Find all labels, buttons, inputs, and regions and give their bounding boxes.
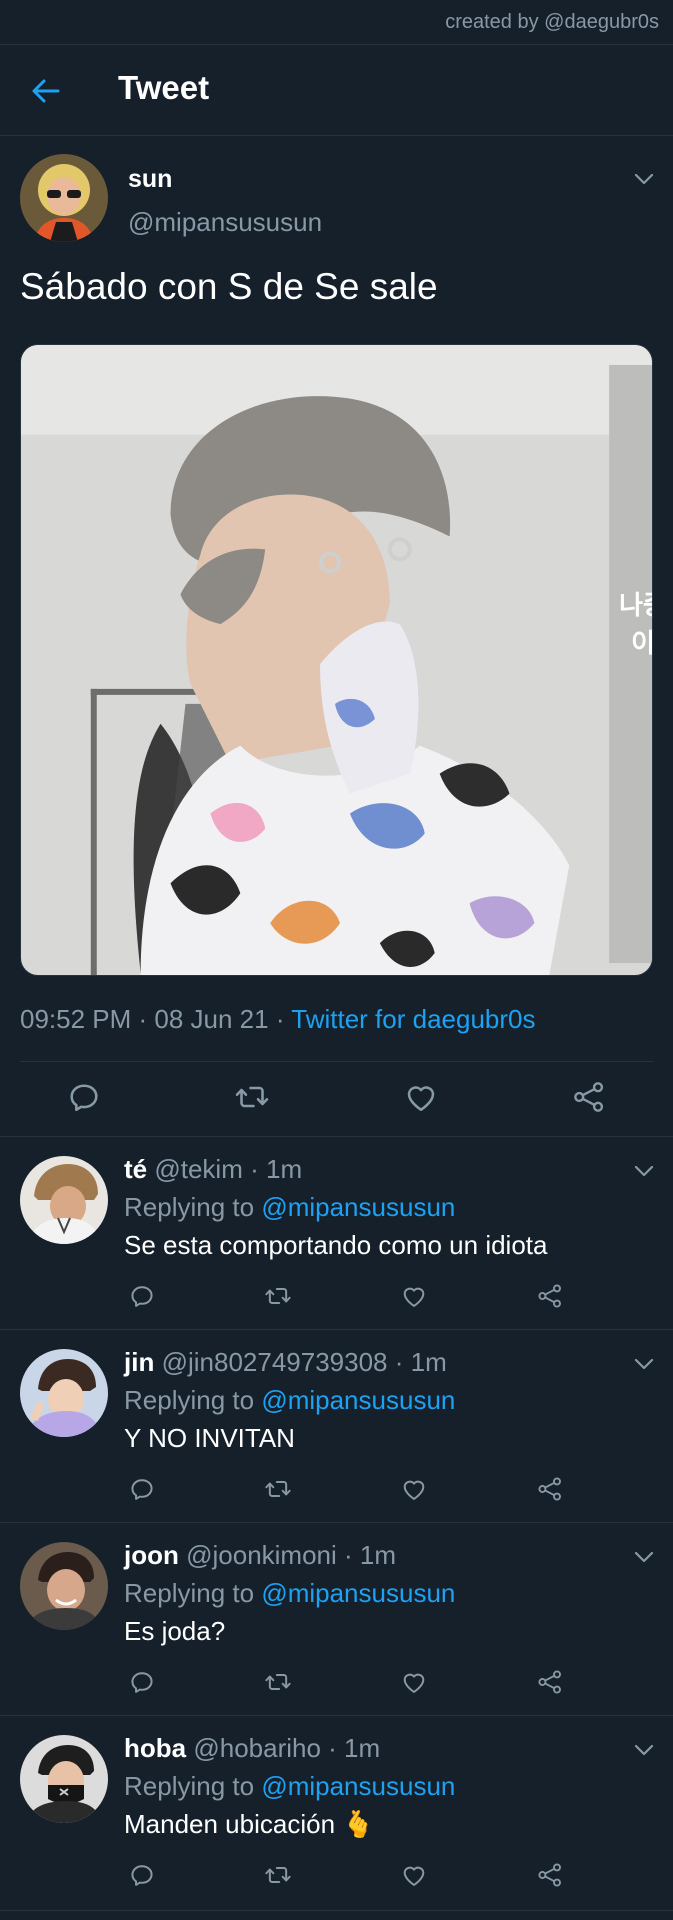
page-title: Tweet <box>118 69 210 106</box>
reply-header: té @tekim · 1m <box>124 1154 302 1185</box>
reply-tweet[interactable]: té @tekim · 1m Replying to @mipansususun… <box>0 1142 673 1335</box>
tweet-timestamp: 09:52 PM · 08 Jun 21 · <box>20 1004 292 1034</box>
reply-text: Manden ubicación 🫰 <box>124 1809 375 1839</box>
reply-time: · 1m <box>336 1540 397 1570</box>
like-icon[interactable] <box>403 1079 439 1115</box>
replying-to: Replying to @mipansususun <box>124 1578 455 1609</box>
reply-author-handle[interactable]: @joonkimoni <box>186 1540 337 1570</box>
reply-author-name[interactable]: hoba <box>124 1733 186 1763</box>
media-overlay-text-2: 이 <box>631 629 652 659</box>
replying-to: Replying to @mipansususun <box>124 1771 455 1802</box>
reply-author-handle[interactable]: @jin802749739308 <box>162 1347 388 1377</box>
reply-header: hoba @hobariho · 1m <box>124 1733 380 1764</box>
reply-text: Se esta comportando como un idiota <box>124 1230 548 1260</box>
reply-author-handle[interactable]: @hobariho <box>193 1733 321 1763</box>
like-icon[interactable] <box>400 1282 428 1310</box>
divider <box>20 1061 653 1062</box>
divider <box>0 1715 673 1716</box>
tweet-text: Sábado con S de Se sale <box>20 266 438 307</box>
avatar[interactable] <box>20 154 108 242</box>
author-handle[interactable]: @mipansususun <box>128 207 322 238</box>
replying-to-label: Replying to <box>124 1771 262 1801</box>
reply-author-name[interactable]: jin <box>124 1347 154 1377</box>
mention-link[interactable]: @mipansususun <box>261 1192 455 1222</box>
author-name[interactable]: sun <box>128 165 172 194</box>
retweet-icon[interactable] <box>234 1079 270 1115</box>
divider <box>0 1329 673 1330</box>
reply-icon[interactable] <box>66 1079 102 1115</box>
like-icon[interactable] <box>400 1475 428 1503</box>
chevron-down-icon[interactable] <box>633 1743 655 1757</box>
reply-text: Es joda? <box>124 1616 226 1646</box>
retweet-icon[interactable] <box>264 1861 292 1889</box>
tweet-image[interactable]: 나중 이 <box>20 344 653 976</box>
like-icon[interactable] <box>400 1861 428 1889</box>
retweet-icon[interactable] <box>264 1668 292 1696</box>
share-icon[interactable] <box>536 1861 564 1889</box>
creator-credit: created by @daegubr0s <box>445 10 659 33</box>
chevron-down-icon[interactable] <box>633 1164 655 1178</box>
reply-icon[interactable] <box>128 1282 156 1310</box>
reply-tweet[interactable]: joon @joonkimoni · 1m Replying to @mipan… <box>0 1528 673 1721</box>
like-icon[interactable] <box>400 1668 428 1696</box>
mention-link[interactable]: @mipansususun <box>261 1385 455 1415</box>
share-icon[interactable] <box>536 1668 564 1696</box>
reply-tweet[interactable]: jin @jin802749739308 · 1m Replying to @m… <box>0 1335 673 1528</box>
replying-to-label: Replying to <box>124 1578 262 1608</box>
reply-author-name[interactable]: joon <box>124 1540 179 1570</box>
replying-to-label: Replying to <box>124 1192 262 1222</box>
divider <box>0 1136 673 1137</box>
avatar[interactable] <box>20 1349 108 1437</box>
reply-icon[interactable] <box>128 1475 156 1503</box>
replying-to: Replying to @mipansususun <box>124 1192 455 1223</box>
reply-header: jin @jin802749739308 · 1m <box>124 1347 447 1378</box>
chevron-down-icon[interactable] <box>633 1550 655 1564</box>
tweet-source-link[interactable]: Twitter for daegubr0s <box>291 1004 535 1034</box>
share-icon[interactable] <box>536 1282 564 1310</box>
mention-link[interactable]: @mipansususun <box>261 1771 455 1801</box>
divider <box>0 1910 673 1911</box>
replying-to-label: Replying to <box>124 1385 262 1415</box>
mention-link[interactable]: @mipansususun <box>261 1578 455 1608</box>
media-overlay-text-1: 나중 <box>619 591 652 621</box>
reply-header: joon @joonkimoni · 1m <box>124 1540 396 1571</box>
reply-author-handle[interactable]: @tekim <box>154 1154 243 1184</box>
top-bar: Tweet <box>0 44 673 136</box>
avatar[interactable] <box>20 1156 108 1244</box>
tweet-meta: 09:52 PM · 08 Jun 21 · Twitter for daegu… <box>20 1004 535 1035</box>
avatar[interactable] <box>20 1542 108 1630</box>
share-icon[interactable] <box>571 1079 607 1115</box>
reply-icon[interactable] <box>128 1861 156 1889</box>
share-icon[interactable] <box>536 1475 564 1503</box>
reply-time: · 1m <box>320 1733 381 1763</box>
reply-time: · 1m <box>387 1347 447 1377</box>
reply-text: Y NO INVITAN <box>124 1423 295 1453</box>
reply-author-name[interactable]: té <box>124 1154 147 1184</box>
reply-time: · 1m <box>242 1154 303 1184</box>
back-arrow-icon[interactable] <box>30 75 62 107</box>
replying-to: Replying to @mipansususun <box>124 1385 455 1416</box>
retweet-icon[interactable] <box>264 1282 292 1310</box>
chevron-down-icon[interactable] <box>633 172 655 186</box>
reply-tweet[interactable]: hoba @hobariho · 1m Replying to @mipansu… <box>0 1721 673 1914</box>
retweet-icon[interactable] <box>264 1475 292 1503</box>
reply-icon[interactable] <box>128 1668 156 1696</box>
chevron-down-icon[interactable] <box>633 1357 655 1371</box>
divider <box>0 1522 673 1523</box>
avatar[interactable] <box>20 1735 108 1823</box>
